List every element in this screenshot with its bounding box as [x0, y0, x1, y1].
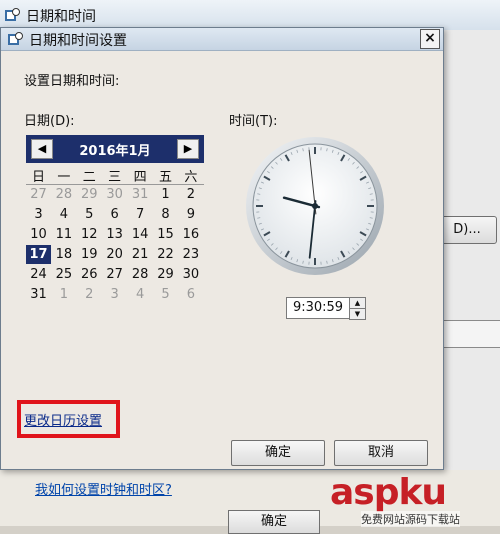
calendar-day[interactable]: 18 — [51, 245, 76, 264]
close-button[interactable]: × — [420, 29, 440, 49]
background-change-button[interactable]: D)... — [437, 216, 497, 244]
background-button-2[interactable] — [437, 320, 500, 348]
calendar-day[interactable]: 27 — [102, 265, 127, 284]
spin-down-icon[interactable]: ▼ — [349, 308, 366, 320]
calendar-day[interactable]: 15 — [153, 225, 178, 244]
time-spinner: 9:30:59 ▲ ▼ — [286, 297, 366, 319]
background-ok-button[interactable]: 确定 — [228, 510, 320, 534]
calendar-header: 2016年1月 ◀ ▶ — [26, 135, 204, 163]
calendar-day[interactable]: 27 — [26, 185, 51, 204]
calendar-day[interactable]: 1 — [51, 285, 76, 304]
calendar-day[interactable]: 6 — [102, 205, 127, 224]
calendar-day[interactable]: 14 — [128, 225, 153, 244]
calendar-day[interactable]: 5 — [153, 285, 178, 304]
clock-center — [312, 203, 318, 209]
calendar-day[interactable]: 11 — [51, 225, 76, 244]
calendar-day[interactable]: 3 — [26, 205, 51, 224]
dialog-titlebar: 日期和时间设置 × — [1, 28, 443, 51]
prompt-text: 设置日期和时间: — [24, 70, 119, 89]
background-window-title: 日期和时间 — [26, 6, 96, 26]
calendar-day[interactable]: 30 — [178, 265, 203, 284]
calendar-day[interactable]: 26 — [77, 265, 102, 284]
calendar-day[interactable]: 30 — [102, 185, 127, 204]
watermark: aspku 免费网站源码下载站 — [330, 472, 500, 526]
calendar-weekday: 三 — [102, 166, 127, 185]
calendar-day[interactable]: 16 — [178, 225, 203, 244]
calendar-weekday: 四 — [128, 166, 153, 185]
calendar-day[interactable]: 17 — [26, 245, 51, 264]
calendar-weekday-row: 日一二三四五六 — [26, 166, 204, 185]
date-time-icon — [7, 31, 23, 47]
calendar-day[interactable]: 8 — [153, 205, 178, 224]
calendar-day[interactable]: 22 — [153, 245, 178, 264]
calendar-day[interactable]: 25 — [51, 265, 76, 284]
timezone-help-link[interactable]: 我如何设置时钟和时区? — [35, 479, 172, 498]
calendar-weekday: 日 — [26, 166, 51, 185]
calendar-day[interactable]: 4 — [51, 205, 76, 224]
dialog-title: 日期和时间设置 — [29, 30, 127, 50]
calendar-day[interactable]: 5 — [77, 205, 102, 224]
calendar-day[interactable]: 13 — [102, 225, 127, 244]
calendar-day[interactable]: 28 — [128, 265, 153, 284]
next-month-button[interactable]: ▶ — [177, 139, 199, 159]
date-time-settings-dialog: 日期和时间设置 × 设置日期和时间: 日期(D): 时间(T): 2016年1月… — [0, 27, 444, 470]
time-label: 时间(T): — [229, 110, 277, 129]
calendar-day[interactable]: 31 — [26, 285, 51, 304]
calendar-weekday: 六 — [178, 166, 203, 185]
calendar-day[interactable]: 2 — [178, 185, 203, 204]
calendar-weekday: 二 — [77, 166, 102, 185]
watermark-logo: aspku — [330, 472, 446, 513]
date-label: 日期(D): — [24, 110, 75, 129]
time-input[interactable]: 9:30:59 — [286, 297, 350, 319]
calendar-day[interactable]: 4 — [128, 285, 153, 304]
calendar: 2016年1月 ◀ ▶ 日一二三四五六 27282930311234567891… — [26, 135, 204, 305]
calendar-day[interactable]: 7 — [128, 205, 153, 224]
calendar-weekday: 一 — [51, 166, 76, 185]
calendar-day[interactable]: 1 — [153, 185, 178, 204]
cancel-button[interactable]: 取消 — [334, 440, 428, 466]
watermark-subtext: 免费网站源码下载站 — [361, 511, 460, 527]
calendar-day[interactable]: 24 — [26, 265, 51, 284]
calendar-day[interactable]: 31 — [128, 185, 153, 204]
calendar-day[interactable]: 20 — [102, 245, 127, 264]
calendar-day[interactable]: 10 — [26, 225, 51, 244]
calendar-day[interactable]: 29 — [77, 185, 102, 204]
calendar-day[interactable]: 9 — [178, 205, 203, 224]
previous-month-button[interactable]: ◀ — [31, 139, 53, 159]
calendar-day[interactable]: 2 — [77, 285, 102, 304]
calendar-weekday: 五 — [153, 166, 178, 185]
background-panel — [437, 30, 500, 470]
calendar-day[interactable]: 12 — [77, 225, 102, 244]
calendar-day[interactable]: 6 — [178, 285, 203, 304]
ok-button[interactable]: 确定 — [231, 440, 325, 466]
calendar-day[interactable]: 28 — [51, 185, 76, 204]
calendar-day[interactable]: 29 — [153, 265, 178, 284]
calendar-day[interactable]: 23 — [178, 245, 203, 264]
highlight-annotation-box — [17, 400, 120, 438]
calendar-day[interactable]: 19 — [77, 245, 102, 264]
calendar-day[interactable]: 3 — [102, 285, 127, 304]
analog-clock — [245, 136, 385, 276]
date-time-icon — [4, 7, 20, 23]
calendar-day[interactable]: 21 — [128, 245, 153, 264]
